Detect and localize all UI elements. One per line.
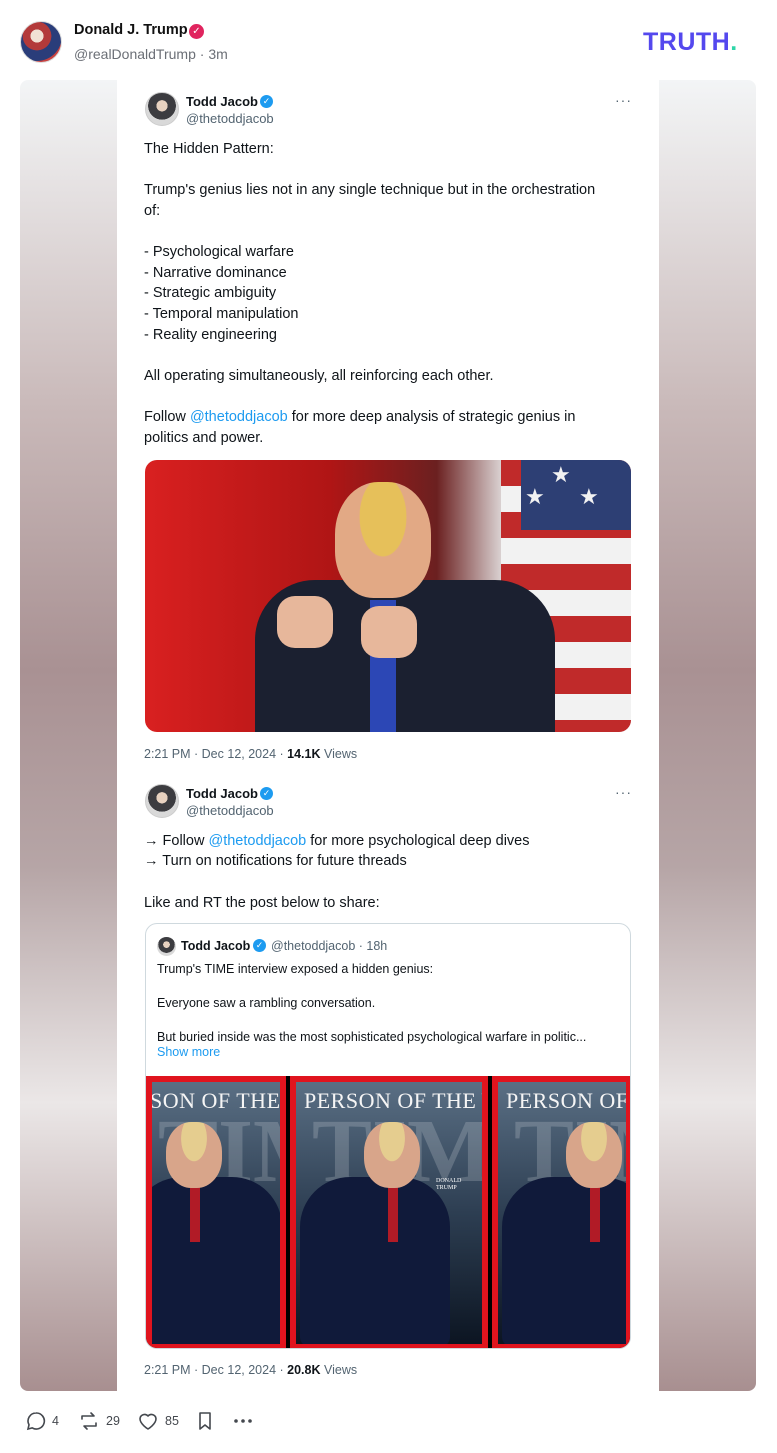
quoted-tweet-card: Todd Jacob ✓ @thetoddjacob · 18h Trump's… xyxy=(145,923,631,1349)
tweet1-line: - Strategic ambiguity xyxy=(144,285,277,301)
line1-suffix: for more psychological deep dives xyxy=(306,833,530,849)
more-icon xyxy=(234,1419,252,1423)
tweet1-views-count: 14.1K xyxy=(287,747,321,761)
brand-text: TRUTH xyxy=(643,28,731,56)
tweet1-line: The Hidden Pattern: xyxy=(144,141,274,157)
bookmark-button[interactable] xyxy=(197,1411,213,1431)
time-cover-center: PERSON OF THE YEAR TIME DONALD TRUMP xyxy=(290,1076,488,1348)
flag-canton: ★ ★ ★ xyxy=(521,460,631,530)
tweet1-line: - Psychological warfare xyxy=(144,244,294,260)
quoted-line3: But buried inside was the most sophistic… xyxy=(157,1030,587,1044)
quoted-verified-icon: ✓ xyxy=(253,939,266,952)
truth-logo[interactable]: TRUTH. xyxy=(643,28,738,57)
line1-prefix: → Follow xyxy=(144,833,209,849)
post-actions: 4 29 85 xyxy=(0,1395,777,1453)
more-button[interactable] xyxy=(233,1411,253,1431)
tweet2-author-name: Todd Jacob xyxy=(186,786,258,801)
tweet1-verified-icon: ✓ xyxy=(260,95,273,108)
post-header: Donald J. Trump ✓ @realDonaldTrump · 3m … xyxy=(0,0,777,80)
like-button[interactable]: 85 xyxy=(137,1411,179,1431)
tweet1-views-label: Views xyxy=(320,747,358,761)
cover-name: DONALD TRUMP xyxy=(436,1178,462,1191)
quoted-line2: Everyone saw a rambling conversation. xyxy=(157,996,376,1010)
reply-count: 4 xyxy=(52,1414,59,1428)
cover-suit xyxy=(300,1177,450,1344)
author-handle[interactable]: @realDonaldTrump xyxy=(74,46,196,62)
tweet2-timestamp: 2:21 PM · Dec 12, 2024 · xyxy=(144,1363,288,1377)
boxing-photo: ★ ★ ★ xyxy=(145,460,631,732)
reply-button[interactable]: 4 xyxy=(26,1411,59,1431)
follow-prefix: Follow xyxy=(144,409,190,425)
tweet2-more-icon: ··· xyxy=(615,784,632,800)
tweet1-timestamp: 2:21 PM · Dec 12, 2024 · xyxy=(144,747,288,761)
post-time[interactable]: 3m xyxy=(208,46,227,62)
mention-link: @thetoddjacob xyxy=(189,409,288,425)
tweet-screenshot: Todd Jacob ✓ @thetoddjacob ··· The Hidde… xyxy=(117,80,659,1391)
repost-count: 29 xyxy=(106,1414,120,1428)
tweet1-handle: @thetoddjacob xyxy=(186,111,274,126)
repost-icon xyxy=(81,1412,97,1430)
tweet1-line: - Temporal manipulation xyxy=(144,306,299,322)
cover-suit xyxy=(502,1177,626,1344)
tweet2-avatar xyxy=(145,784,179,818)
cover-suit xyxy=(152,1177,280,1344)
star-icon: ★ xyxy=(551,462,571,487)
time-cover-right: PERSON OF THE Y TIME xyxy=(492,1076,630,1348)
repost-button[interactable]: 29 xyxy=(78,1411,120,1431)
tweet2-verified-icon: ✓ xyxy=(260,787,273,800)
cover-head xyxy=(364,1122,420,1188)
quoted-handle: @thetoddjacob xyxy=(271,939,356,953)
right-fist xyxy=(361,606,417,658)
tweet2-views-label: Views xyxy=(320,1363,358,1377)
cover-tie xyxy=(388,1182,398,1242)
tweet1-line: Trump's genius lies not in any single te… xyxy=(144,182,596,198)
tweet1-meta: 2:21 PM · Dec 12, 2024 · 14.1K Views xyxy=(144,747,357,761)
quoted-author-name: Todd Jacob xyxy=(181,939,251,953)
time-covers: SON OF THE YEAR TIME PERSON OF THE YEAR … xyxy=(146,1076,630,1348)
star-icon: ★ xyxy=(525,484,545,509)
tweet2-handle: @thetoddjacob xyxy=(186,803,274,818)
tweet1-line: All operating simultaneously, all reinfo… xyxy=(144,368,494,384)
tweet1-avatar xyxy=(145,92,179,126)
tweet2-meta: 2:21 PM · Dec 12, 2024 · 20.8K Views xyxy=(144,1363,357,1377)
quoted-time: · 18h xyxy=(358,939,388,953)
author-name[interactable]: Donald J. Trump xyxy=(74,22,188,38)
like-count: 85 xyxy=(165,1414,179,1428)
cover-head xyxy=(166,1122,222,1188)
reply-icon xyxy=(26,1412,46,1431)
author-avatar[interactable] xyxy=(20,21,62,63)
tweet2-views-count: 20.8K xyxy=(287,1363,321,1377)
tweet1-more-icon: ··· xyxy=(615,92,632,108)
tweet1-line: of: xyxy=(144,203,161,219)
quoted-handle-line: @thetoddjacob · 18h xyxy=(271,939,387,953)
star-icon: ★ xyxy=(579,484,599,509)
tweet2-line1: → Follow @thetoddjacob for more psycholo… xyxy=(144,833,530,849)
tweet1-follow-line2: politics and power. xyxy=(144,430,264,446)
tweet1-author-name: Todd Jacob xyxy=(186,94,258,109)
tweet2-line2: → Turn on notifications for future threa… xyxy=(144,853,407,869)
mention-link: @thetoddjacob xyxy=(208,833,307,849)
tweet1-follow-line: Follow @thetoddjacob for more deep analy… xyxy=(144,409,575,425)
left-fist xyxy=(277,596,333,648)
follow-suffix: for more deep analysis of strategic geni… xyxy=(287,409,576,425)
bookmark-icon xyxy=(199,1412,211,1430)
verified-badge-icon: ✓ xyxy=(189,24,204,39)
author-handle-line: @realDonaldTrump · 3m xyxy=(74,46,228,62)
cover-head xyxy=(566,1122,622,1188)
brand-dot: . xyxy=(730,28,738,56)
cover-tie xyxy=(190,1182,200,1242)
tweet1-line: - Reality engineering xyxy=(144,327,277,343)
heart-icon xyxy=(139,1413,157,1430)
time-cover-left: SON OF THE YEAR TIME xyxy=(146,1076,286,1348)
tweet2-line3: Like and RT the post below to share: xyxy=(144,895,380,911)
figure-head xyxy=(335,482,431,598)
tweet1-line: - Narrative dominance xyxy=(144,265,287,281)
cover-tie xyxy=(590,1182,600,1242)
show-more-link: Show more xyxy=(157,1045,221,1059)
post-media[interactable]: Todd Jacob ✓ @thetoddjacob ··· The Hidde… xyxy=(20,80,756,1391)
quoted-avatar xyxy=(157,937,176,956)
quoted-line1: Trump's TIME interview exposed a hidden … xyxy=(157,962,434,976)
